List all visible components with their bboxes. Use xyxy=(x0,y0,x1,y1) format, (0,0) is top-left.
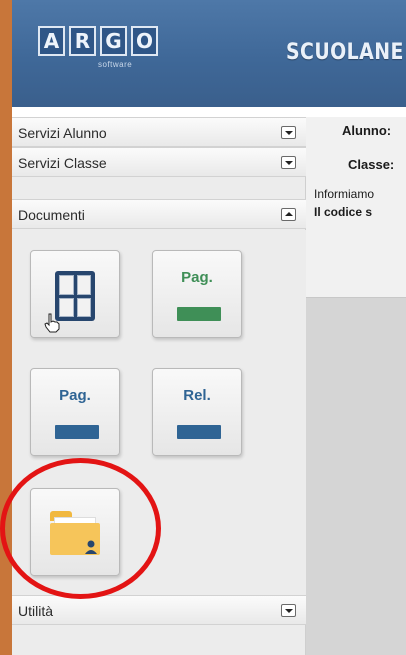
codice-text: Il codice s xyxy=(314,205,373,219)
brand-title: SCUOLANE xyxy=(286,40,404,65)
logo-letter: A xyxy=(38,26,65,56)
grid-icon xyxy=(55,271,95,321)
highlight-circle xyxy=(0,458,161,599)
section-label: Servizi Alunno xyxy=(18,125,107,141)
tile-pagelle-green[interactable]: Pag. xyxy=(152,250,242,338)
tile-text: Rel. xyxy=(183,387,211,404)
student-info-panel: Alunno: Classe: Informiamo Il codice s xyxy=(306,117,406,298)
report-icon xyxy=(177,425,221,439)
tile-text: Pag. xyxy=(181,269,213,286)
page-icon xyxy=(177,307,221,321)
main-content: Alunno: Classe: Informiamo Il codice s xyxy=(306,117,406,655)
argo-logo: A R G O xyxy=(38,26,158,56)
alunno-label: Alunno: xyxy=(342,123,392,138)
expand-toggle-icon[interactable] xyxy=(281,604,296,617)
logo-letter: O xyxy=(131,26,158,56)
info-text: Informiamo xyxy=(314,187,375,201)
expand-toggle-icon[interactable] xyxy=(281,156,296,169)
section-label: Servizi Classe xyxy=(18,155,107,171)
section-label: Documenti xyxy=(18,207,85,223)
collapse-toggle-icon[interactable] xyxy=(281,208,296,221)
tile-grid-documents[interactable] xyxy=(30,250,120,338)
section-servizi-classe[interactable]: Servizi Classe xyxy=(12,147,306,177)
section-documenti[interactable]: Documenti xyxy=(12,199,306,229)
section-label: Utilità xyxy=(18,603,54,619)
tile-relazioni[interactable]: Rel. xyxy=(152,368,242,456)
classe-label: Classe: xyxy=(348,157,395,172)
page-icon xyxy=(55,425,99,439)
section-servizi-alunno[interactable]: Servizi Alunno xyxy=(12,117,306,147)
tile-text: Pag. xyxy=(59,387,91,404)
app-header: A R G O software SCUOLANE xyxy=(0,0,406,107)
hand-cursor-icon xyxy=(44,313,60,333)
expand-toggle-icon[interactable] xyxy=(281,126,296,139)
logo-subtitle: software xyxy=(98,60,133,69)
logo-letter: R xyxy=(69,26,96,56)
section-utilita[interactable]: Utilità xyxy=(12,595,306,625)
logo-letter: G xyxy=(100,26,127,56)
tile-pagelle-blue[interactable]: Pag. xyxy=(30,368,120,456)
